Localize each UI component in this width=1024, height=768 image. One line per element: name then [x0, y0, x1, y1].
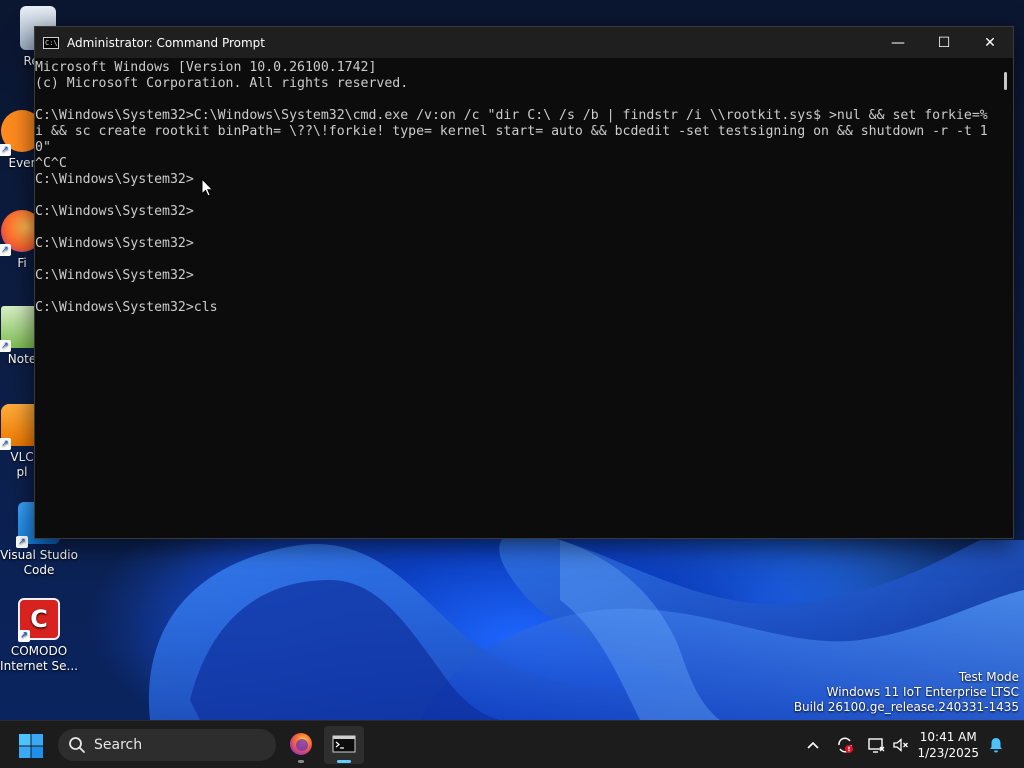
scrollbar-thumb[interactable] [1004, 72, 1007, 90]
chevron-up-icon[interactable] [803, 735, 823, 755]
shortcut-arrow-icon: ↗ [16, 536, 28, 548]
mouse-pointer-icon [201, 178, 214, 197]
console-line: (c) Microsoft Corporation. All rights re… [35, 76, 409, 91]
window-title: Administrator: Command Prompt [67, 35, 265, 50]
console-scrollbar[interactable] [999, 58, 1013, 538]
search-icon [69, 737, 85, 753]
taskbar: Search 10:41 AM 1/23/2025 [0, 720, 1024, 768]
test-mode-watermark: Test Mode Windows 11 IoT Enterprise LTSC… [794, 670, 1019, 715]
close-button[interactable]: ✕ [967, 27, 1013, 58]
shortcut-arrow-icon: ↗ [0, 340, 11, 352]
clock-time: 10:41 AM [919, 730, 977, 744]
console-line: Microsoft Windows [Version 10.0.26100.17… [35, 60, 377, 75]
comodo-icon: C ↗ [18, 598, 60, 642]
clock-date: 1/23/2025 [917, 746, 979, 760]
cmd-icon: C:\ [43, 36, 59, 49]
network-icon[interactable] [866, 735, 886, 755]
console-line: i && sc create rootkit binPath= \??\!for… [35, 124, 988, 139]
sync-alert-icon[interactable] [835, 735, 855, 755]
watermark-line: Build 26100.ge_release.240331-1435 [793, 700, 1019, 714]
shortcut-arrow-icon: ↗ [0, 144, 11, 156]
taskbar-firefox[interactable] [281, 726, 321, 764]
firefox-icon [290, 733, 312, 755]
watermark-line: Test Mode [958, 670, 1019, 684]
system-clock[interactable]: 10:41 AM 1/23/2025 [917, 729, 979, 761]
window-titlebar[interactable]: C:\ Administrator: Command Prompt — ☐ ✕ [35, 27, 1013, 58]
desktop-icon-label: COMODO Internet Se... [0, 644, 78, 673]
console-line: C:\Windows\System32>cls [35, 300, 218, 315]
shortcut-arrow-icon: ↗ [0, 244, 11, 256]
command-prompt-window[interactable]: C:\ Administrator: Command Prompt — ☐ ✕ … [34, 26, 1014, 539]
cmd-icon [332, 735, 356, 753]
minimize-button[interactable]: — [875, 27, 921, 58]
search-label: Search [94, 737, 143, 753]
console-line: C:\Windows\System32> [35, 204, 194, 219]
shortcut-arrow-icon: ↗ [0, 438, 11, 450]
desktop-icon-label: Visual Studio Code [0, 548, 78, 577]
windows-start-icon[interactable] [16, 731, 46, 761]
shortcut-arrow-icon: ↗ [18, 630, 30, 642]
console-output[interactable]: Microsoft Windows [Version 10.0.26100.17… [35, 58, 999, 538]
console-line: C:\Windows\System32> [35, 236, 194, 251]
active-indicator [337, 760, 351, 763]
taskbar-search-box[interactable]: Search [58, 729, 276, 761]
maximize-button[interactable]: ☐ [921, 27, 967, 58]
console-line: ^C^C [35, 156, 67, 171]
running-indicator [298, 760, 304, 763]
console-line: C:\Windows\System32> [35, 268, 194, 283]
watermark-line: Windows 11 IoT Enterprise LTSC [826, 685, 1019, 699]
console-line: C:\Windows\System32>C:\Windows\System32\… [35, 108, 988, 123]
desktop-icon-comodo[interactable]: C ↗ COMODO Internet Se... [0, 598, 79, 674]
console-line: 0" [35, 140, 51, 155]
notification-bell-icon[interactable] [986, 735, 1006, 755]
console-line: C:\Windows\System32> [35, 172, 194, 187]
volume-muted-icon[interactable] [891, 735, 911, 755]
taskbar-command-prompt[interactable] [324, 726, 364, 764]
